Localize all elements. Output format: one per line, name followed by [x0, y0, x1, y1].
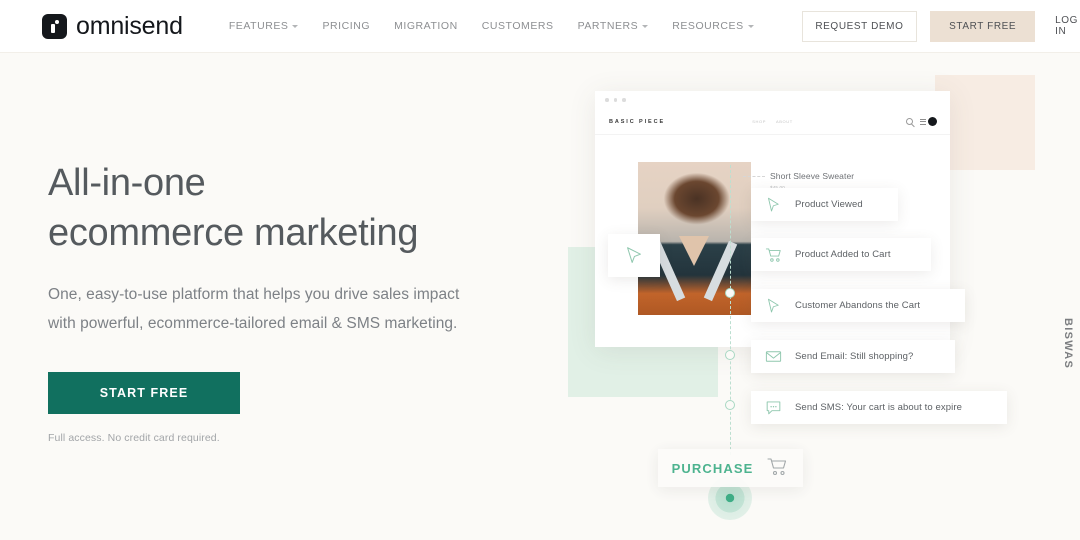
site-header: omnisend FEATURES PRICING MIGRATION CUST…	[0, 0, 1080, 53]
purchase-label: PURCHASE	[671, 460, 754, 476]
brand-name: omnisend	[76, 11, 183, 40]
decorative-peach-square	[935, 75, 1035, 170]
workflow-card-customer-abandons-cart[interactable]: Customer Abandons the Cart	[751, 289, 965, 322]
store-nav-actions	[906, 117, 937, 126]
workflow-node	[725, 350, 735, 360]
workflow-node	[725, 288, 735, 298]
side-watermark-label: BISWAS	[1062, 318, 1074, 370]
brand-logo[interactable]: omnisend	[42, 11, 183, 40]
nav-label: MIGRATION	[394, 20, 458, 32]
nav-item-features[interactable]: FEATURES	[229, 20, 299, 32]
nav-item-pricing[interactable]: PRICING	[322, 20, 370, 32]
hero-subtitle: One, easy-to-use platform that helps you…	[48, 286, 460, 332]
workflow-card-label: Customer Abandons the Cart	[795, 300, 921, 311]
start-free-button-header[interactable]: START FREE	[930, 10, 1036, 42]
start-free-button-hero[interactable]: START FREE	[48, 372, 240, 414]
hero-illustration: BASIC PIECE SHOP ABOUT Short Sleeve Swea…	[540, 53, 1080, 540]
window-dot-icon	[605, 98, 609, 102]
request-demo-button[interactable]: REQUEST DEMO	[801, 10, 918, 42]
store-navbar: BASIC PIECE SHOP ABOUT	[595, 109, 950, 135]
purchase-card[interactable]: PURCHASE	[658, 449, 803, 487]
page-title: All-in-one ecommerce marketing	[48, 158, 518, 258]
omnisend-logo-icon	[42, 13, 67, 39]
nav-label: RESOURCES	[672, 20, 744, 32]
nav-label: CUSTOMERS	[481, 20, 554, 32]
sweater-neckline	[679, 236, 709, 266]
store-nav-links: SHOP ABOUT	[752, 119, 793, 124]
main-nav: FEATURES PRICING MIGRATION CUSTOMERS PAR…	[229, 20, 754, 32]
envelope-icon	[751, 347, 795, 366]
nav-label: PARTNERS	[577, 20, 639, 32]
cart-icon	[765, 454, 789, 483]
hero-note: Full access. No credit card required.	[48, 432, 220, 444]
search-icon[interactable]	[906, 118, 913, 125]
cart-badge	[928, 117, 937, 126]
workflow-card-product-viewed[interactable]: Product Viewed	[751, 188, 898, 221]
store-logo: BASIC PIECE	[609, 118, 666, 125]
workflow-connector-line	[730, 165, 731, 455]
product-leader-line	[743, 176, 765, 177]
workflow-card-label: Product Viewed	[795, 199, 863, 210]
workflow-card-label: Product Added to Cart	[795, 249, 891, 260]
cursor-icon	[627, 246, 641, 263]
chevron-down-icon	[642, 25, 649, 28]
browser-chrome-bar	[595, 91, 950, 109]
product-name: Short Sleeve Sweater	[770, 171, 855, 181]
hero-copy: All-in-one ecommerce marketing One, easy…	[48, 158, 518, 444]
workflow-card-label: Send SMS: Your cart is about to expire	[795, 402, 962, 413]
cart-lines	[920, 118, 926, 125]
hero-title-line-2: ecommerce marketing	[48, 212, 419, 254]
header-actions: REQUEST DEMO START FREE LOG IN	[801, 10, 1080, 42]
nav-label: FEATURES	[228, 20, 289, 32]
nav-item-migration[interactable]: MIGRATION	[394, 20, 458, 32]
workflow-card-send-email[interactable]: Send Email: Still shopping?	[751, 340, 955, 373]
cart-icon[interactable]	[920, 117, 937, 126]
workflow-card-send-sms[interactable]: Send SMS: Your cart is about to expire	[751, 391, 1007, 424]
store-nav-link-about[interactable]: ABOUT	[776, 119, 793, 124]
workflow-node	[725, 400, 735, 410]
window-dot-icon	[613, 98, 617, 102]
workflow-card-product-added-to-cart[interactable]: Product Added to Cart	[751, 238, 931, 271]
hero-title-line-1: All-in-one	[48, 162, 206, 204]
cart-icon	[751, 245, 795, 264]
nav-item-customers[interactable]: CUSTOMERS	[482, 20, 554, 32]
chevron-down-icon	[292, 25, 299, 28]
workflow-card-label: Send Email: Still shopping?	[795, 351, 914, 362]
cursor-icon	[751, 196, 795, 214]
sms-icon	[751, 398, 795, 417]
store-nav-link-shop[interactable]: SHOP	[752, 119, 766, 124]
window-dot-icon	[622, 98, 626, 102]
cursor-icon	[751, 297, 795, 315]
nav-label: PRICING	[322, 20, 371, 32]
nav-item-resources[interactable]: RESOURCES	[672, 20, 754, 32]
cursor-float-card	[608, 234, 660, 277]
chevron-down-icon	[747, 25, 754, 28]
log-in-link[interactable]: LOG IN	[1055, 15, 1080, 37]
nav-item-partners[interactable]: PARTNERS	[578, 20, 649, 32]
